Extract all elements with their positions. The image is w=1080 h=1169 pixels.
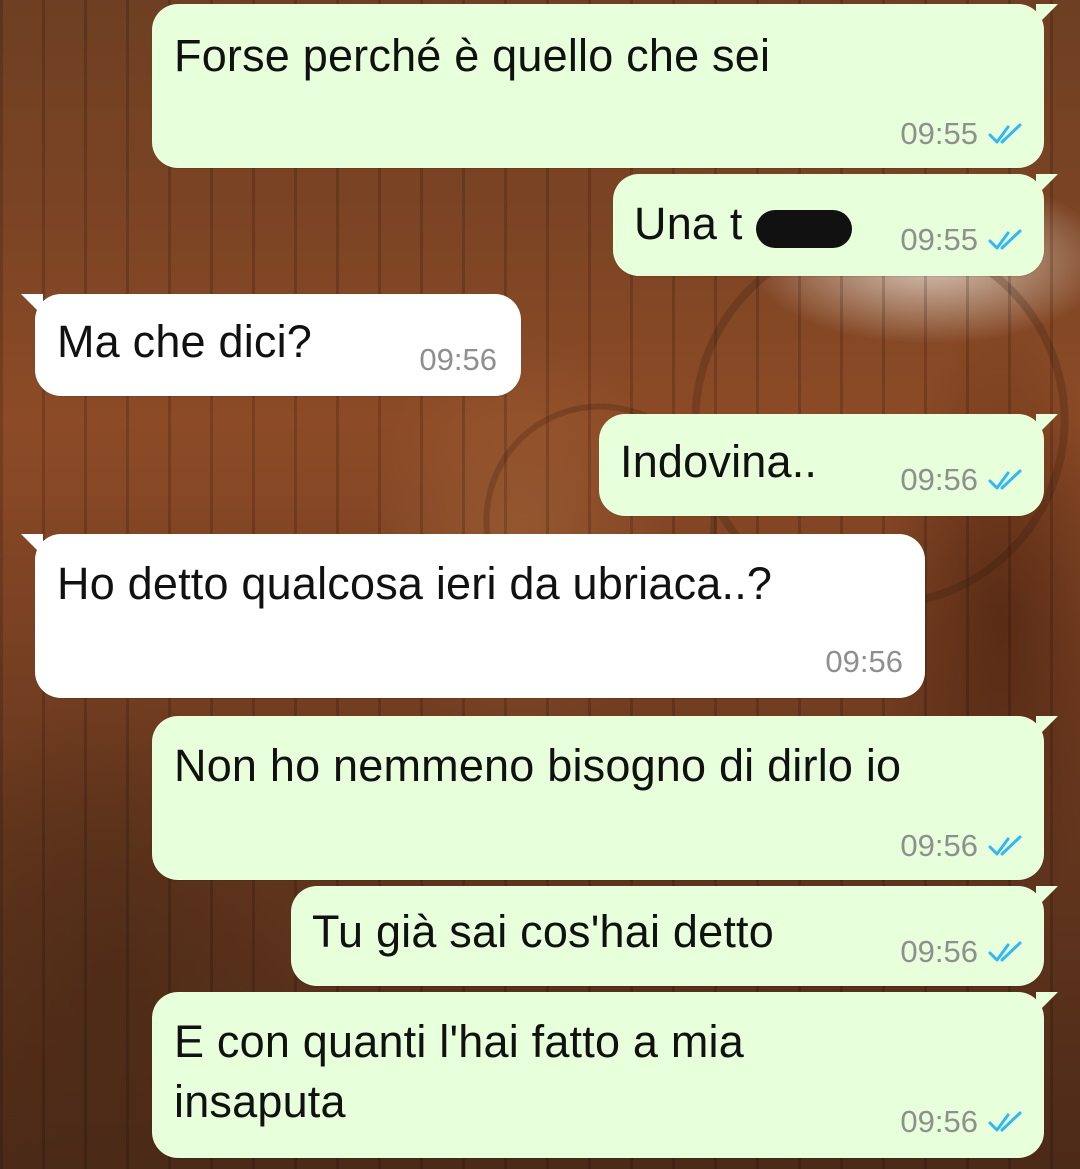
- message-meta: 09:56: [900, 934, 1022, 970]
- message-bubble-outgoing[interactable]: Una t 09:55: [613, 174, 1058, 276]
- message-meta: 09:56: [825, 644, 903, 680]
- bubble-tail: [1036, 4, 1058, 26]
- message-text: Ma che dici?: [57, 316, 313, 367]
- message-time: 09:56: [900, 1104, 978, 1139]
- message-time: 09:56: [900, 934, 978, 969]
- double-check-icon: [988, 834, 1022, 858]
- bubble-tail: [1036, 716, 1058, 738]
- double-check-icon: [988, 1110, 1022, 1134]
- message-bubble-outgoing[interactable]: Indovina.. 09:56: [599, 414, 1058, 516]
- message-time: 09:56: [900, 462, 978, 497]
- message-text: Forse perché è quello che sei: [174, 30, 771, 81]
- message-meta: 09:56: [419, 342, 497, 378]
- message-bubble-outgoing[interactable]: Tu già sai cos'hai detto 09:56: [291, 886, 1058, 986]
- message-time: 09:56: [900, 828, 978, 863]
- bubble-tail: [1036, 992, 1058, 1014]
- message-bubble-incoming[interactable]: Ma che dici? 09:56: [21, 294, 521, 396]
- bubble-tail: [1036, 174, 1058, 196]
- message-time: 09:55: [900, 222, 978, 257]
- message-text: Indovina..: [620, 436, 818, 487]
- message-time: 09:55: [900, 116, 978, 151]
- bubble-tail: [21, 534, 43, 556]
- bubble-tail: [21, 294, 43, 316]
- message-meta: 09:56: [900, 828, 1022, 864]
- double-check-icon: [988, 468, 1022, 492]
- bubble-tail: [1036, 886, 1058, 908]
- message-bubble-outgoing[interactable]: E con quanti l'hai fatto a mia insaputa …: [152, 992, 1058, 1158]
- message-meta: 09:56: [900, 462, 1022, 498]
- message-text: Non ho nemmeno bisogno di dirlo io: [174, 740, 902, 791]
- message-bubble-outgoing[interactable]: Non ho nemmeno bisogno di dirlo io 09:56: [152, 716, 1058, 880]
- message-text: Tu già sai cos'hai detto: [312, 906, 774, 957]
- message-meta: 09:56: [900, 1104, 1022, 1140]
- double-check-icon: [988, 228, 1022, 252]
- message-time: 09:56: [419, 342, 497, 377]
- message-bubble-incoming[interactable]: Ho detto qualcosa ieri da ubriaca..? 09:…: [21, 534, 925, 698]
- double-check-icon: [988, 940, 1022, 964]
- bubble-tail: [1036, 414, 1058, 436]
- message-text: E con quanti l'hai fatto a mia insaputa: [174, 1016, 744, 1127]
- double-check-icon: [988, 122, 1022, 146]
- message-bubble-outgoing[interactable]: Forse perché è quello che sei 09:55: [152, 4, 1058, 168]
- message-meta: 09:55: [900, 222, 1022, 258]
- message-text: Una t: [634, 198, 743, 249]
- message-time: 09:56: [825, 644, 903, 679]
- redaction-mark: [756, 210, 852, 248]
- message-meta: 09:55: [900, 116, 1022, 152]
- message-text: Ho detto qualcosa ieri da ubriaca..?: [57, 558, 773, 609]
